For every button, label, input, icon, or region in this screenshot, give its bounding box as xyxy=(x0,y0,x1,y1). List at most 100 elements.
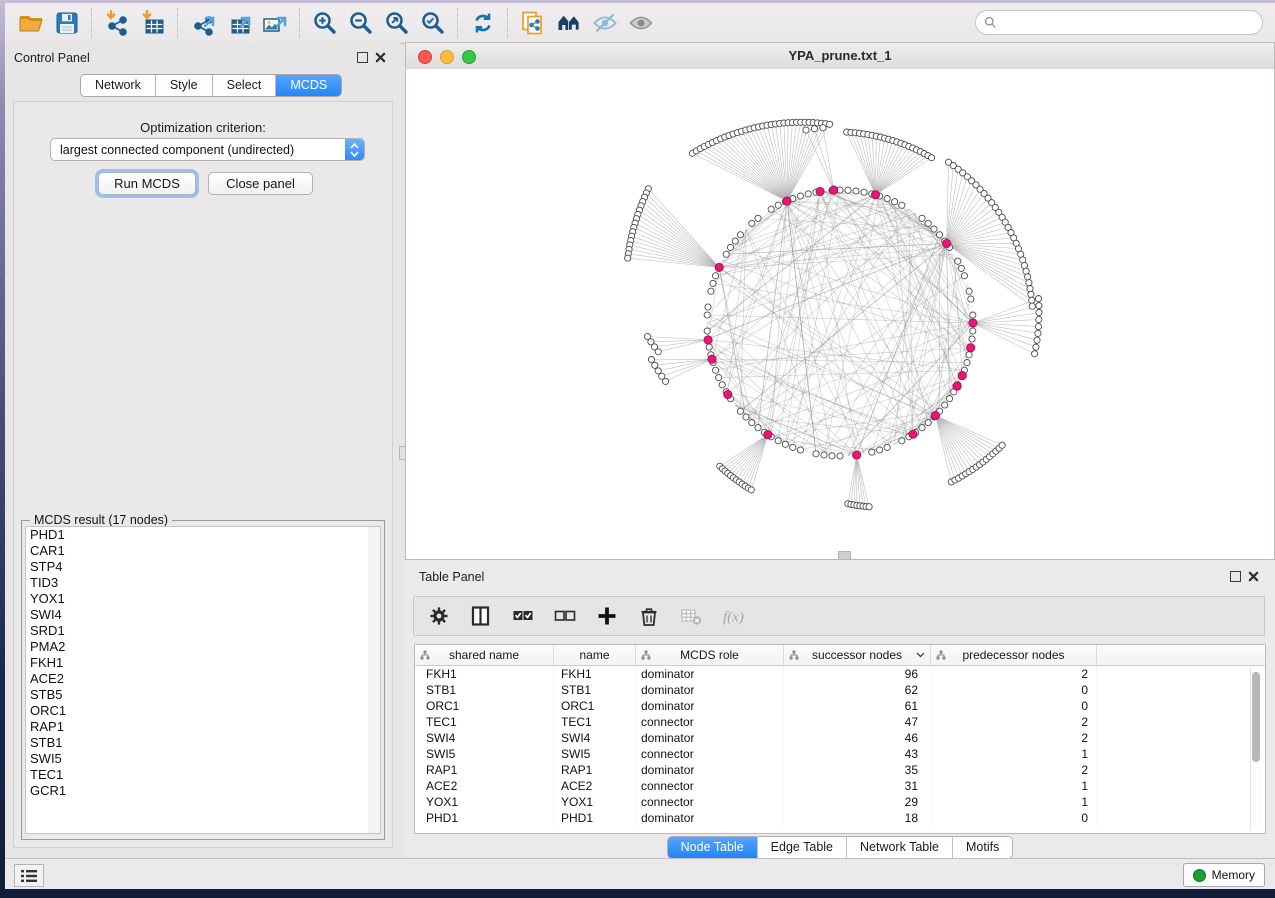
cell-MCDS-role[interactable]: connector xyxy=(636,778,784,794)
zoom-out-button[interactable] xyxy=(343,7,379,39)
cell-shared-name[interactable]: YOX1 xyxy=(415,794,554,810)
close-panel-button[interactable]: Close panel xyxy=(208,172,313,195)
network-resize-grip[interactable] xyxy=(838,551,851,560)
cell-shared-name[interactable]: RAP1 xyxy=(415,762,554,778)
cell-name[interactable]: RAP1 xyxy=(554,762,636,778)
cell-shared-name[interactable]: PHD1 xyxy=(415,810,554,826)
cell-predecessor-nodes[interactable]: 2 xyxy=(931,762,1097,778)
tab-style[interactable]: Style xyxy=(156,75,213,96)
cell-predecessor-nodes[interactable]: 0 xyxy=(931,810,1097,826)
mcds-result-list[interactable]: PHD1CAR1STP4TID3YOX1SWI4SRD1PMA2FKH1ACE2… xyxy=(25,526,371,834)
mcds-result-item[interactable]: PHD1 xyxy=(26,527,370,543)
cell-successor-nodes[interactable]: 46 xyxy=(784,730,931,746)
cell-successor-nodes[interactable]: 96 xyxy=(784,666,931,682)
cell-predecessor-nodes[interactable]: 2 xyxy=(931,730,1097,746)
table-scrollbar[interactable] xyxy=(1250,667,1262,830)
cell-MCDS-role[interactable]: dominator xyxy=(636,682,784,698)
cell-shared-name[interactable]: FKH1 xyxy=(415,666,554,682)
cell-predecessor-nodes[interactable]: 0 xyxy=(931,682,1097,698)
import-network-button[interactable] xyxy=(99,7,135,39)
cell-predecessor-nodes[interactable]: 2 xyxy=(931,666,1097,682)
mcds-result-item[interactable]: STB5 xyxy=(26,687,370,703)
cell-MCDS-role[interactable]: connector xyxy=(636,714,784,730)
cell-name[interactable]: TEC1 xyxy=(554,714,636,730)
cell-shared-name[interactable]: ACE2 xyxy=(415,778,554,794)
cell-successor-nodes[interactable]: 43 xyxy=(784,746,931,762)
first-neighbors-button[interactable] xyxy=(551,7,587,39)
memory-button[interactable]: Memory xyxy=(1183,863,1265,887)
optimization-criterion-select[interactable]: largest connected component (undirected) xyxy=(50,138,365,161)
mcds-result-item[interactable]: TID3 xyxy=(26,575,370,591)
cell-predecessor-nodes[interactable]: 1 xyxy=(931,794,1097,810)
mcds-result-item[interactable]: YOX1 xyxy=(26,591,370,607)
delete-trash-button[interactable] xyxy=(634,602,664,630)
export-table-button[interactable] xyxy=(221,7,257,39)
column-header-successor-nodes[interactable]: successor nodes xyxy=(784,645,931,665)
cell-MCDS-role[interactable]: dominator xyxy=(636,666,784,682)
mcds-result-item[interactable]: FKH1 xyxy=(26,655,370,671)
cell-predecessor-nodes[interactable]: 1 xyxy=(931,778,1097,794)
cell-name[interactable]: ACE2 xyxy=(554,778,636,794)
open-file-button[interactable] xyxy=(13,7,49,39)
table-scrollbar-thumb[interactable] xyxy=(1252,672,1260,762)
save-session-button[interactable] xyxy=(49,7,85,39)
duplicate-network-button[interactable] xyxy=(515,7,551,39)
cell-MCDS-role[interactable]: dominator xyxy=(636,810,784,826)
cell-successor-nodes[interactable]: 61 xyxy=(784,698,931,714)
cell-MCDS-role[interactable]: dominator xyxy=(636,698,784,714)
table-row[interactable]: ORC1ORC1dominator610 xyxy=(415,698,1265,714)
cell-successor-nodes[interactable]: 29 xyxy=(784,794,931,810)
mcds-result-item[interactable]: ORC1 xyxy=(26,703,370,719)
table-row[interactable]: TEC1TEC1connector472 xyxy=(415,714,1265,730)
cell-predecessor-nodes[interactable]: 1 xyxy=(931,746,1097,762)
cell-name[interactable]: FKH1 xyxy=(554,666,636,682)
cell-name[interactable]: YOX1 xyxy=(554,794,636,810)
cell-shared-name[interactable]: SWI4 xyxy=(415,730,554,746)
zoom-fit-button[interactable] xyxy=(379,7,415,39)
column-header-name[interactable]: name xyxy=(554,645,636,665)
cell-predecessor-nodes[interactable]: 2 xyxy=(931,714,1097,730)
task-history-button[interactable] xyxy=(14,864,44,887)
cell-successor-nodes[interactable]: 31 xyxy=(784,778,931,794)
table-row[interactable]: RAP1RAP1dominator352 xyxy=(415,762,1265,778)
cell-MCDS-role[interactable]: connector xyxy=(636,746,784,762)
mcds-result-item[interactable]: CAR1 xyxy=(26,543,370,559)
float-table-panel-icon[interactable] xyxy=(1230,571,1241,582)
show-columns-button[interactable] xyxy=(466,602,496,630)
table-row[interactable]: SWI5SWI5connector431 xyxy=(415,746,1265,762)
network-titlebar[interactable]: YPA_prune.txt_1 xyxy=(406,43,1274,70)
float-panel-icon[interactable] xyxy=(357,52,368,63)
column-header-predecessor-nodes[interactable]: predecessor nodes xyxy=(931,645,1097,665)
mcds-result-item[interactable]: ACE2 xyxy=(26,671,370,687)
table-row[interactable]: STB1STB1dominator620 xyxy=(415,682,1265,698)
select-all-checks-button[interactable] xyxy=(508,602,538,630)
cell-predecessor-nodes[interactable]: 0 xyxy=(931,698,1097,714)
cell-name[interactable]: SWI4 xyxy=(554,730,636,746)
export-network-button[interactable] xyxy=(185,7,221,39)
column-header-shared-name[interactable]: shared name xyxy=(415,645,554,665)
cell-successor-nodes[interactable]: 62 xyxy=(784,682,931,698)
mcds-result-item[interactable]: RAP1 xyxy=(26,719,370,735)
tab-mcds[interactable]: MCDS xyxy=(276,75,341,96)
search-input[interactable] xyxy=(1002,15,1254,31)
cell-name[interactable]: ORC1 xyxy=(554,698,636,714)
search-field[interactable] xyxy=(975,10,1263,35)
mcds-result-item[interactable]: SWI4 xyxy=(26,607,370,623)
tab-network-table[interactable]: Network Table xyxy=(847,837,953,858)
tab-edge-table[interactable]: Edge Table xyxy=(758,837,847,858)
cell-name[interactable]: PHD1 xyxy=(554,810,636,826)
cell-name[interactable]: STB1 xyxy=(554,682,636,698)
cell-successor-nodes[interactable]: 47 xyxy=(784,714,931,730)
show-all-button[interactable] xyxy=(623,7,659,39)
table-row[interactable]: PHD1PHD1dominator180 xyxy=(415,810,1265,826)
zoom-in-button[interactable] xyxy=(307,7,343,39)
refresh-layout-button[interactable] xyxy=(465,7,501,39)
network-canvas[interactable] xyxy=(406,69,1274,559)
zoom-selected-button[interactable] xyxy=(415,7,451,39)
cell-successor-nodes[interactable]: 35 xyxy=(784,762,931,778)
tab-select[interactable]: Select xyxy=(213,75,277,96)
mcds-result-item[interactable]: PMA2 xyxy=(26,639,370,655)
clear-all-checks-button[interactable] xyxy=(550,602,580,630)
cell-MCDS-role[interactable]: dominator xyxy=(636,762,784,778)
close-table-panel-icon[interactable] xyxy=(1248,571,1259,582)
